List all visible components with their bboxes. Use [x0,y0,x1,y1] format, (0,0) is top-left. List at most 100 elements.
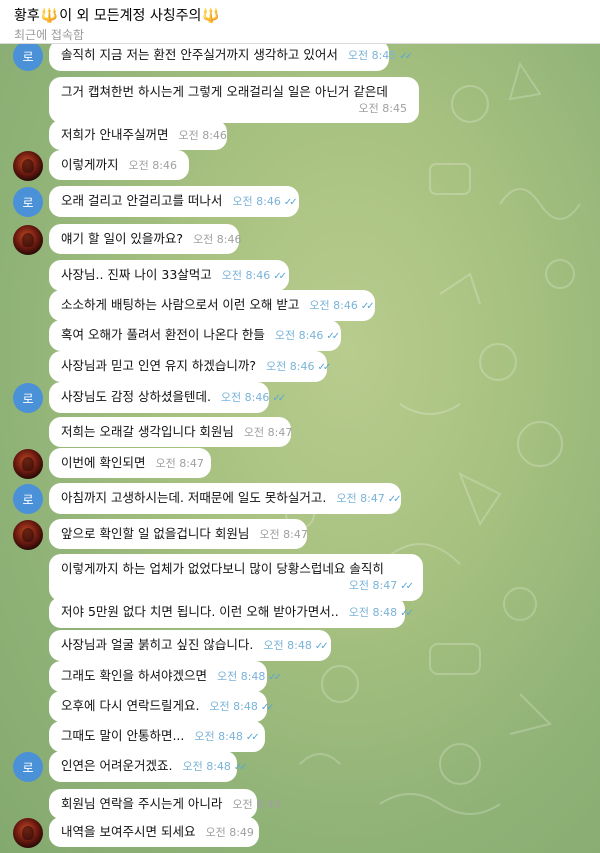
chat-title-prefix: 황후 [14,8,40,24]
double-check-icon: ✓✓ [387,494,402,505]
message-bubble[interactable]: 회원님 연락을 주시는게 아니라 오전 8:49 [49,789,281,819]
chat-title: 황후 🔱 이 외 모든계정 사칭주의 🔱 [14,7,600,25]
message-text: 얘기 할 일이 있을까요? [61,231,184,246]
message-bubble[interactable]: 저야 5만원 없다 치면 됩니다. 이런 오해 받아가면서.. 오전 8:48 ✓✓ [49,597,414,628]
message-time: 오전 8:48 ✓✓ [348,606,414,619]
double-check-icon: ✓✓ [314,641,329,652]
avatar-figure-icon [22,457,34,471]
double-check-icon: ✓✓ [317,362,331,373]
message-time: 오전 8:45 ✓✓ [347,49,413,62]
message-bubble[interactable]: 그래도 확인을 하셔야겠으면 오전 8:48 ✓✓ [49,661,282,692]
double-check-icon: ✓✓ [268,672,282,683]
message-bubble[interactable]: 이렇게까지 오전 8:46 [49,150,189,180]
message-text: 오후에 다시 연락드릴게요. [61,698,200,713]
trident-icon: 🔱 [202,8,220,24]
message-time: 오전 8:47 [155,457,204,470]
message-bubble[interactable]: 사장님도 감정 상하셨을텐데. 오전 8:46 ✓✓ [49,382,286,413]
user-avatar[interactable]: 로 [13,484,43,514]
message-text: 사장님도 감정 상하셨을텐데. [61,389,211,404]
message-time: 오전 8:48 ✓✓ [194,730,260,743]
message-bubble[interactable]: 소소하게 배팅하는 사람으로서 이런 오해 받고 오전 8:46 ✓✓ [49,290,375,321]
message-text: 저야 5만원 없다 치면 됩니다. 이런 오해 받아가면서.. [61,604,339,619]
message-bubble[interactable]: 얘기 할 일이 있을까요? 오전 8:46 [49,224,242,254]
double-check-icon: ✓✓ [233,762,248,773]
message-bubble[interactable]: 저희는 오래갈 생각입니다 회원님 오전 8:47 [49,417,292,447]
message-time: 오전 8:47 [259,528,308,541]
message-time: 오전 8:48 ✓✓ [182,760,248,773]
message-text: 그래도 확인을 하셔야겠으면 [61,668,207,683]
message-bubble[interactable]: 앞으로 확인할 일 없을겁니다 회원님 오전 8:47 [49,519,308,549]
message-text: 그거 캡쳐한번 하시는게 그렇게 오래걸리실 일은 아닌거 같은데 [61,84,388,99]
message-text: 이렇게까지 [61,157,119,172]
message-text: 저희가 안내주실꺼면 [61,127,169,142]
message-time: 오전 8:46 ✓✓ [266,360,331,373]
message-bubble[interactable]: 이렇게까지 하는 업체가 없었다보니 많이 당황스럽네요 솔직히오전 8:47 ✓… [49,554,423,601]
message-bubble[interactable]: 사장님과 믿고 인연 유지 하겠습니까? 오전 8:46 ✓✓ [49,351,331,382]
avatar-figure-icon [22,528,34,542]
message-time: 오전 8:46 ✓✓ [220,391,286,404]
message-text: 이번에 확인되면 [61,455,146,470]
message-text: 사장님.. 진짜 나이 33살먹고 [61,267,212,282]
double-check-icon: ✓✓ [326,331,340,342]
double-check-icon: ✓✓ [400,581,414,592]
message-text: 오래 걸리고 안걸리고를 떠나서 [61,193,223,208]
message-time: 오전 8:48 ✓✓ [216,670,282,683]
agent-avatar[interactable] [13,225,43,255]
double-check-icon: ✓✓ [245,732,260,743]
message-bubble[interactable]: 솔직히 지금 저는 환전 안주실거까지 생각하고 있어서 오전 8:45 ✓✓ [49,44,413,71]
user-avatar[interactable]: 로 [13,187,43,217]
message-time: 오전 8:46 ✓✓ [221,269,287,282]
message-bubble[interactable]: 아침까지 고생하시는데. 저때문에 일도 못하실거고. 오전 8:47 ✓✓ [49,483,401,514]
message-time: 오전 8:48 ✓✓ [209,700,275,713]
double-check-icon: ✓✓ [273,271,287,282]
message-text: 회원님 연락을 주시는게 아니라 [61,796,223,811]
message-bubble[interactable]: 오후에 다시 연락드릴게요. 오전 8:48 ✓✓ [49,691,275,722]
last-seen-status: 최근에 접속함 [14,28,85,42]
double-check-icon: ✓✓ [283,197,298,208]
double-check-icon: ✓✓ [272,393,286,404]
avatar-figure-icon [22,159,34,173]
avatar-figure-icon [22,233,34,247]
message-time: 오전 8:49 [205,826,254,839]
message-time: 오전 8:46 [193,233,242,246]
message-bubble[interactable]: 혹여 오해가 풀려서 환전이 나온다 한들 오전 8:46 ✓✓ [49,320,341,351]
chat-header[interactable]: 황후 🔱 이 외 모든계정 사칭주의 🔱 최근에 접속함 [0,0,600,44]
chat-area[interactable]: 로 솔직히 지금 저는 환전 안주실거까지 생각하고 있어서 오전 8:45 ✓✓ 그거… [0,44,600,853]
message-text: 저희는 오래갈 생각입니다 회원님 [61,424,234,439]
message-text: 내역을 보여주시면 되세요 [61,824,196,839]
message-bubble[interactable]: 내역을 보여주시면 되세요 오전 8:49 [49,817,259,847]
message-time: 오전 8:48 ✓✓ [263,639,329,652]
message-text: 인연은 어려운거겠죠. [61,758,173,773]
agent-avatar[interactable] [13,520,43,550]
message-text: 소소하게 배팅하는 사람으로서 이런 오해 받고 [61,297,300,312]
message-time: 오전 8:47 ✓✓ [336,492,402,505]
message-bubble[interactable]: 그때도 말이 안통하면... 오전 8:48 ✓✓ [49,721,265,752]
user-avatar[interactable]: 로 [13,752,43,782]
message-time: 오전 8:46 ✓✓ [232,195,298,208]
double-check-icon: ✓✓ [400,608,414,619]
message-bubble[interactable]: 사장님.. 진짜 나이 33살먹고 오전 8:46 ✓✓ [49,260,289,291]
message-text: 사장님과 얼굴 붉히고 싶진 않습니다. [61,637,254,652]
message-bubble[interactable]: 이번에 확인되면 오전 8:47 [49,448,211,478]
agent-avatar[interactable] [13,818,43,848]
message-bubble[interactable]: 그거 캡쳐한번 하시는게 그렇게 오래걸리실 일은 아닌거 같은데오전 8:45 [49,77,419,123]
double-check-icon: ✓✓ [260,702,275,713]
message-time: 오전 8:49 [232,798,281,811]
message-text: 솔직히 지금 저는 환전 안주실거까지 생각하고 있어서 [61,47,338,62]
message-bubble[interactable]: 사장님과 얼굴 붉히고 싶진 않습니다. 오전 8:48 ✓✓ [49,630,331,661]
message-time: 오전 8:46 [178,129,227,142]
message-time: 오전 8:45 [358,102,407,115]
chat-title-text: 이 외 모든계정 사칭주의 [59,8,202,24]
message-text: 이렇게까지 하는 업체가 없었다보니 많이 당황스럽네요 솔직히 [61,561,384,576]
message-bubble[interactable]: 인연은 어려운거겠죠. 오전 8:48 ✓✓ [49,751,248,782]
message-bubble[interactable]: 오래 걸리고 안걸리고를 떠나서 오전 8:46 ✓✓ [49,186,299,217]
agent-avatar[interactable] [13,449,43,479]
message-text: 혹여 오해가 풀려서 환전이 나온다 한들 [61,327,265,342]
agent-avatar[interactable] [13,151,43,181]
message-bubble[interactable]: 저희가 안내주실꺼면 오전 8:46 [49,120,227,150]
user-avatar[interactable]: 로 [13,383,43,413]
double-check-icon: ✓✓ [360,301,375,312]
message-time: 오전 8:46 ✓✓ [309,299,375,312]
message-text: 그때도 말이 안통하면... [61,728,185,743]
message-time: 오전 8:47 ✓✓ [348,579,414,592]
